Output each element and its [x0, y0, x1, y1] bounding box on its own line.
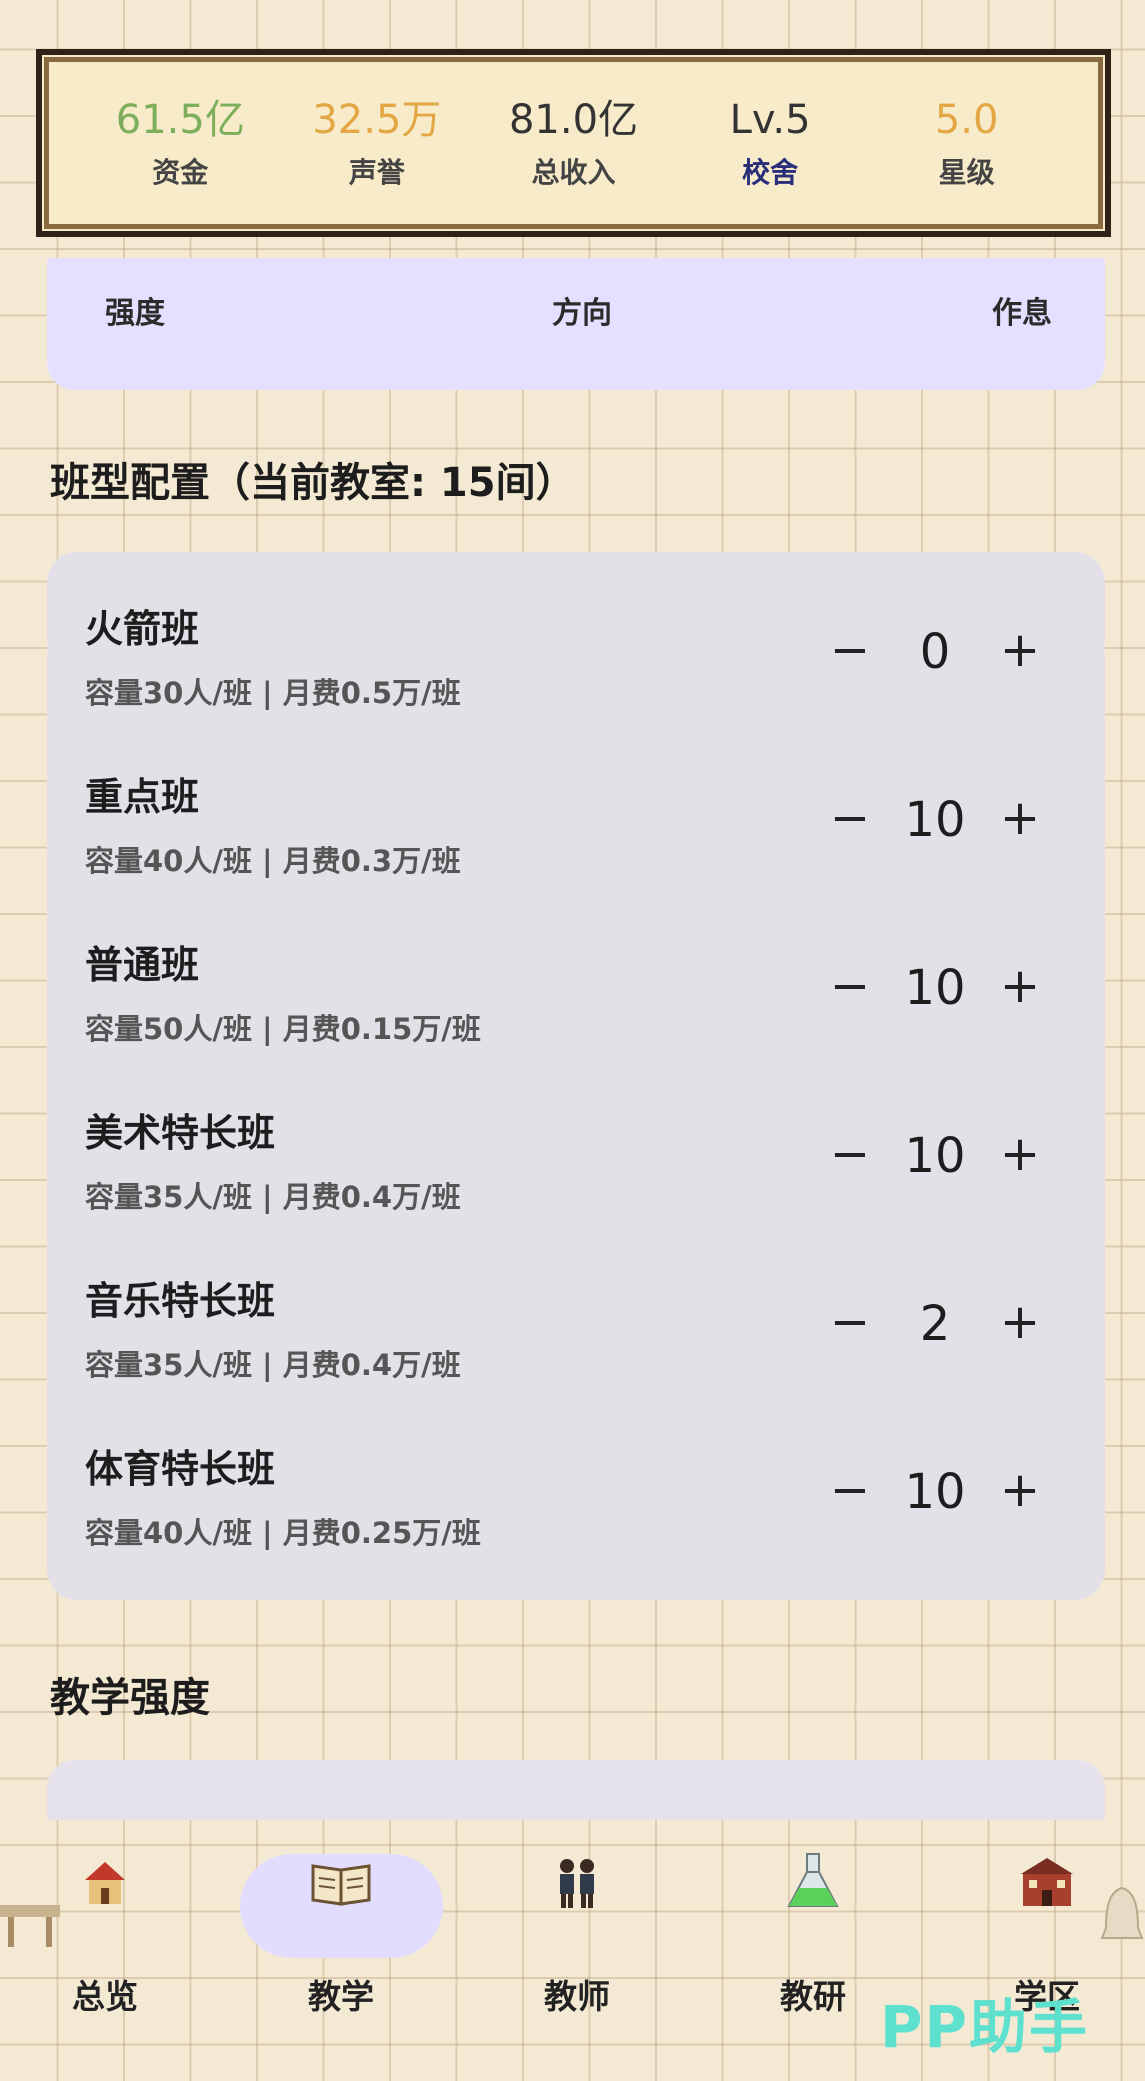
class-name: 普通班 — [85, 943, 200, 987]
increase-button[interactable]: + — [995, 1294, 1045, 1354]
increase-button[interactable]: + — [995, 622, 1045, 682]
stat-funds-value: 61.5亿 — [115, 97, 245, 143]
stat-total-income: 81.0亿 总收入 — [498, 95, 648, 191]
stat-total-income-label: 总收入 — [531, 156, 616, 189]
decrease-button[interactable]: − — [825, 958, 875, 1018]
stat-rating-value: 5.0 — [934, 97, 999, 143]
decrease-button[interactable]: − — [825, 790, 875, 850]
quantity-stepper: − 10 + — [825, 958, 1045, 1018]
nav-teachers[interactable]: 教师 — [467, 1820, 687, 2081]
class-desc: 容量40人/班 | 月费0.25万/班 — [85, 1516, 481, 1550]
class-desc: 容量50人/班 | 月费0.15万/班 — [85, 1012, 481, 1046]
class-section-title: 班型配置（当前教室: 15间） — [50, 460, 576, 506]
quantity-stepper: − 10 + — [825, 1462, 1045, 1522]
class-row-key: 重点班 容量40人/班 | 月费0.3万/班 − 10 + — [47, 720, 1105, 888]
class-desc: 容量40人/班 | 月费0.3万/班 — [85, 844, 461, 878]
class-name: 重点班 — [85, 775, 200, 819]
quantity-stepper: − 2 + — [825, 1294, 1045, 1354]
class-name: 美术特长班 — [85, 1111, 276, 1155]
stat-rating-label: 星级 — [938, 156, 995, 189]
house-icon — [85, 1862, 125, 1904]
quantity-stepper: − 10 + — [825, 790, 1045, 850]
decrease-button[interactable]: − — [825, 1462, 875, 1522]
class-desc: 容量35人/班 | 月费0.4万/班 — [85, 1180, 461, 1214]
watermark: PP助手 — [880, 1993, 1090, 2061]
class-count: 10 — [904, 1464, 966, 1520]
class-count: 0 — [919, 624, 951, 680]
decrease-button[interactable]: − — [825, 1294, 875, 1354]
nav-teaching-label: 教学 — [308, 1977, 374, 2016]
class-count: 10 — [904, 1128, 966, 1184]
class-desc: 容量30人/班 | 月费0.5万/班 — [85, 676, 461, 710]
stat-reputation-value: 32.5万 — [312, 97, 442, 143]
stat-rating: 5.0 星级 — [892, 95, 1042, 191]
decrease-button[interactable]: − — [825, 1126, 875, 1186]
quantity-stepper: − 0 + — [825, 622, 1045, 682]
class-row-rocket: 火箭班 容量30人/班 | 月费0.5万/班 − 0 + — [47, 552, 1105, 720]
stat-reputation-label: 声誉 — [348, 156, 405, 189]
class-row-regular: 普通班 容量50人/班 | 月费0.15万/班 − 10 + — [47, 888, 1105, 1056]
nav-teaching[interactable]: 教学 — [231, 1820, 451, 2081]
increase-button[interactable]: + — [995, 1462, 1045, 1522]
class-row-music: 音乐特长班 容量35人/班 | 月费0.4万/班 − 2 + — [47, 1224, 1105, 1392]
class-count: 10 — [904, 792, 966, 848]
nav-overview[interactable]: 总览 — [0, 1820, 215, 2081]
increase-button[interactable]: + — [995, 958, 1045, 1018]
increase-button[interactable]: + — [995, 1126, 1045, 1186]
nav-teachers-label: 教师 — [544, 1977, 610, 2016]
stat-funds-label: 资金 — [152, 156, 209, 189]
option-direction[interactable]: 方向 — [552, 288, 612, 332]
stat-funds: 61.5亿 资金 — [105, 95, 255, 191]
class-row-art: 美术特长班 容量35人/班 | 月费0.4万/班 − 10 + — [47, 1056, 1105, 1224]
option-strength[interactable]: 强度 — [105, 288, 165, 332]
class-count: 2 — [919, 1296, 951, 1352]
class-name: 火箭班 — [85, 607, 200, 651]
class-row-sports: 体育特长班 容量40人/班 | 月费0.25万/班 − 10 + — [47, 1392, 1105, 1560]
class-count: 10 — [904, 960, 966, 1016]
stats-panel: 61.5亿 资金 32.5万 声誉 81.0亿 总收入 Lv.5 校舍 5.0 … — [36, 49, 1111, 237]
option-rest[interactable]: 作息 — [992, 288, 1052, 332]
stat-reputation: 32.5万 声誉 — [302, 95, 452, 191]
stat-total-income-value: 81.0亿 — [508, 97, 639, 143]
nav-overview-label: 总览 — [72, 1977, 138, 2016]
class-config-card: 火箭班 容量30人/班 | 月费0.5万/班 − 0 + 重点班 容量40人/班… — [47, 552, 1105, 1600]
teachers-icon — [560, 1859, 594, 1908]
flask-icon — [787, 1853, 839, 1907]
class-name: 体育特长班 — [85, 1447, 276, 1491]
school-building-icon — [1021, 1858, 1073, 1906]
stat-campus-label: 校舍 — [742, 156, 799, 189]
stat-campus-value: Lv.5 — [729, 97, 811, 143]
strength-section-title: 教学强度 — [50, 1675, 210, 1721]
book-icon — [311, 1864, 371, 1906]
decrease-button[interactable]: − — [825, 622, 875, 682]
teaching-options-card: 强度 方向 作息 — [47, 258, 1105, 390]
increase-button[interactable]: + — [995, 790, 1045, 850]
strength-card — [47, 1760, 1105, 1820]
class-desc: 容量35人/班 | 月费0.4万/班 — [85, 1348, 461, 1382]
class-name: 音乐特长班 — [85, 1279, 276, 1323]
stat-campus: Lv.5 校舍 — [695, 95, 845, 191]
quantity-stepper: − 10 + — [825, 1126, 1045, 1186]
